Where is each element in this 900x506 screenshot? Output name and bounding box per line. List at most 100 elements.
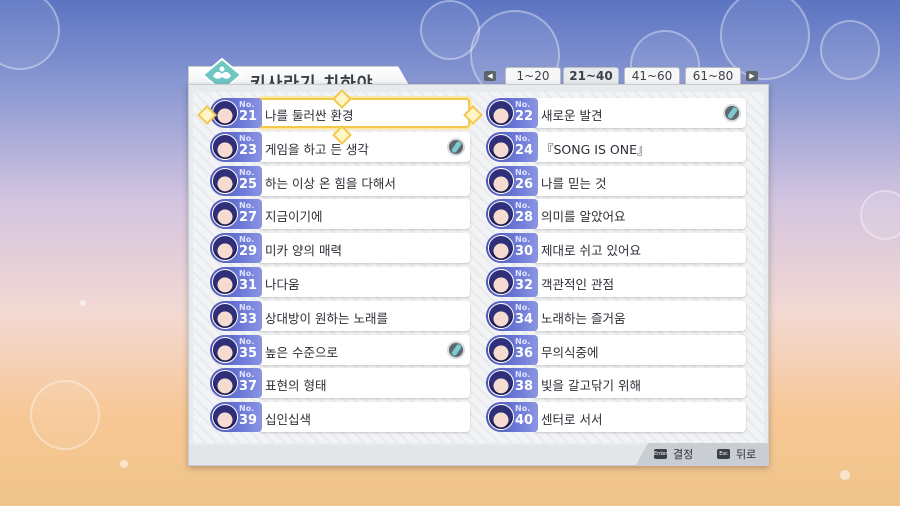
item-title: 객관적인 관점 — [541, 277, 614, 292]
list-item-33[interactable]: No. 33 상대방이 원하는 노래를 — [210, 300, 470, 331]
avatar — [212, 269, 238, 295]
avatar — [488, 235, 514, 262]
item-title: 십인십색 — [265, 412, 312, 428]
avatar — [212, 336, 238, 363]
item-no-prefix: No. — [515, 404, 531, 414]
item-no-prefix: No. — [515, 336, 531, 346]
item-number: 22 — [515, 109, 534, 124]
item-number: 30 — [515, 244, 534, 260]
list-item-34[interactable]: No. 34 노래하는 즐거움 — [486, 300, 746, 331]
item-title: 표현의 형태 — [265, 378, 327, 394]
item-title: 제대로 쉬고 있어요 — [541, 243, 641, 259]
item-number: 32 — [515, 278, 534, 293]
item-no-prefix: No. — [239, 167, 255, 177]
list-item-31[interactable]: No. 31 나다움 — [210, 267, 470, 297]
list-item-25[interactable]: No. 25 하는 이상 온 힘을 다해서 — [210, 165, 470, 196]
item-title: 센터로 서서 — [541, 412, 603, 428]
item-no-prefix: No. — [515, 370, 531, 380]
item-no-prefix: No. — [239, 201, 255, 211]
tab-prev-key-icon[interactable]: ◀ — [484, 71, 496, 81]
item-no-prefix: No. — [515, 201, 531, 211]
item-title: 미카 양의 매력 — [265, 243, 342, 259]
item-number: 24 — [515, 142, 534, 158]
tab-next-key-icon[interactable]: ▶ — [746, 71, 758, 81]
avatar — [212, 167, 238, 194]
item-title: 나를 믿는 것 — [541, 175, 607, 191]
enter-key-icon: Enter — [654, 449, 668, 459]
item-number: 37 — [239, 379, 258, 395]
item-number: 25 — [239, 176, 258, 192]
avatar — [212, 404, 238, 431]
list-item-38[interactable]: No. 38 빛을 갈고닦기 위해 — [486, 368, 746, 399]
item-number: 39 — [239, 413, 258, 429]
item-number: 34 — [515, 311, 534, 327]
back-label[interactable]: 뒤로 — [736, 446, 756, 462]
list-item-36[interactable]: No. 36 무의식중에 — [486, 334, 746, 365]
item-number: 40 — [515, 413, 534, 429]
item-title: 상대방이 원하는 노래를 — [265, 310, 388, 326]
avatar — [212, 235, 238, 262]
item-title: 『SONG IS ONE』 — [541, 141, 650, 157]
item-no-prefix: No. — [515, 235, 531, 245]
item-no-prefix: No. — [239, 100, 255, 109]
item-number: 29 — [239, 244, 258, 260]
item-title: 게임을 하고 든 생각 — [265, 141, 369, 157]
item-no-prefix: No. — [239, 133, 255, 143]
item-no-prefix: No. — [239, 370, 255, 380]
list-item-22[interactable]: No. 22 새로운 발견 — [486, 98, 746, 128]
item-number: 26 — [515, 176, 534, 192]
item-title: 무의식중에 — [541, 344, 599, 360]
item-no-prefix: No. — [239, 336, 255, 346]
avatar — [488, 269, 514, 295]
item-title: 새로운 발견 — [541, 108, 603, 123]
item-title: 의미를 알았어요 — [541, 209, 626, 225]
recorded-badge-icon — [447, 340, 465, 359]
item-number: 31 — [239, 278, 258, 293]
avatar — [488, 133, 514, 160]
item-title: 하는 이상 온 힘을 다해서 — [265, 175, 396, 191]
list-item-28[interactable]: No. 28 의미를 알았어요 — [486, 199, 746, 230]
list-item-32[interactable]: No. 32 객관적인 관점 — [486, 267, 746, 297]
item-title: 지금이기에 — [265, 209, 323, 225]
recorded-badge-icon — [723, 104, 741, 122]
item-no-prefix: No. — [239, 269, 255, 278]
item-number: 38 — [515, 379, 534, 395]
item-no-prefix: No. — [515, 133, 531, 143]
item-number: 21 — [239, 109, 258, 124]
avatar — [488, 336, 514, 363]
item-no-prefix: No. — [515, 100, 531, 109]
list-item-26[interactable]: No. 26 나를 믿는 것 — [486, 165, 746, 196]
confirm-label[interactable]: 결정 — [673, 446, 693, 462]
list-item-30[interactable]: No. 30 제대로 쉬고 있어요 — [486, 233, 746, 264]
list-item-27[interactable]: No. 27 지금이기에 — [210, 199, 470, 230]
list-item-39[interactable]: No. 39 십인십색 — [210, 402, 470, 433]
list-item-24[interactable]: No. 24 『SONG IS ONE』 — [486, 131, 746, 162]
item-title: 나다움 — [265, 277, 300, 292]
item-number: 23 — [239, 142, 258, 158]
avatar — [212, 302, 238, 329]
item-title: 높은 수준으로 — [265, 344, 338, 360]
item-no-prefix: No. — [515, 269, 531, 278]
list-item-40[interactable]: No. 40 센터로 서서 — [486, 402, 746, 433]
avatar — [488, 167, 514, 194]
list-item-35[interactable]: No. 35 높은 수준으로 — [210, 334, 470, 365]
tab-61-80[interactable]: 61~80 — [685, 67, 741, 85]
item-no-prefix: No. — [515, 302, 531, 312]
avatar — [212, 133, 238, 160]
tab-1-20[interactable]: 1~20 — [505, 67, 561, 85]
item-no-prefix: No. — [239, 404, 255, 414]
avatar — [488, 404, 514, 431]
tab-41-60[interactable]: 41~60 — [624, 67, 680, 85]
item-no-prefix: No. — [515, 167, 531, 177]
item-no-prefix: No. — [239, 302, 255, 312]
item-number: 36 — [515, 345, 534, 361]
item-title: 노래하는 즐거움 — [541, 310, 626, 326]
item-number: 27 — [239, 210, 258, 226]
esc-key-icon: Esc — [717, 449, 730, 459]
item-title: 빛을 갈고닦기 위해 — [541, 378, 641, 394]
list-item-29[interactable]: No. 29 미카 양의 매력 — [210, 233, 470, 264]
list-item-37[interactable]: No. 37 표현의 형태 — [210, 368, 470, 399]
item-number: 33 — [239, 311, 258, 327]
avatar — [488, 100, 514, 126]
item-number: 28 — [515, 210, 534, 226]
